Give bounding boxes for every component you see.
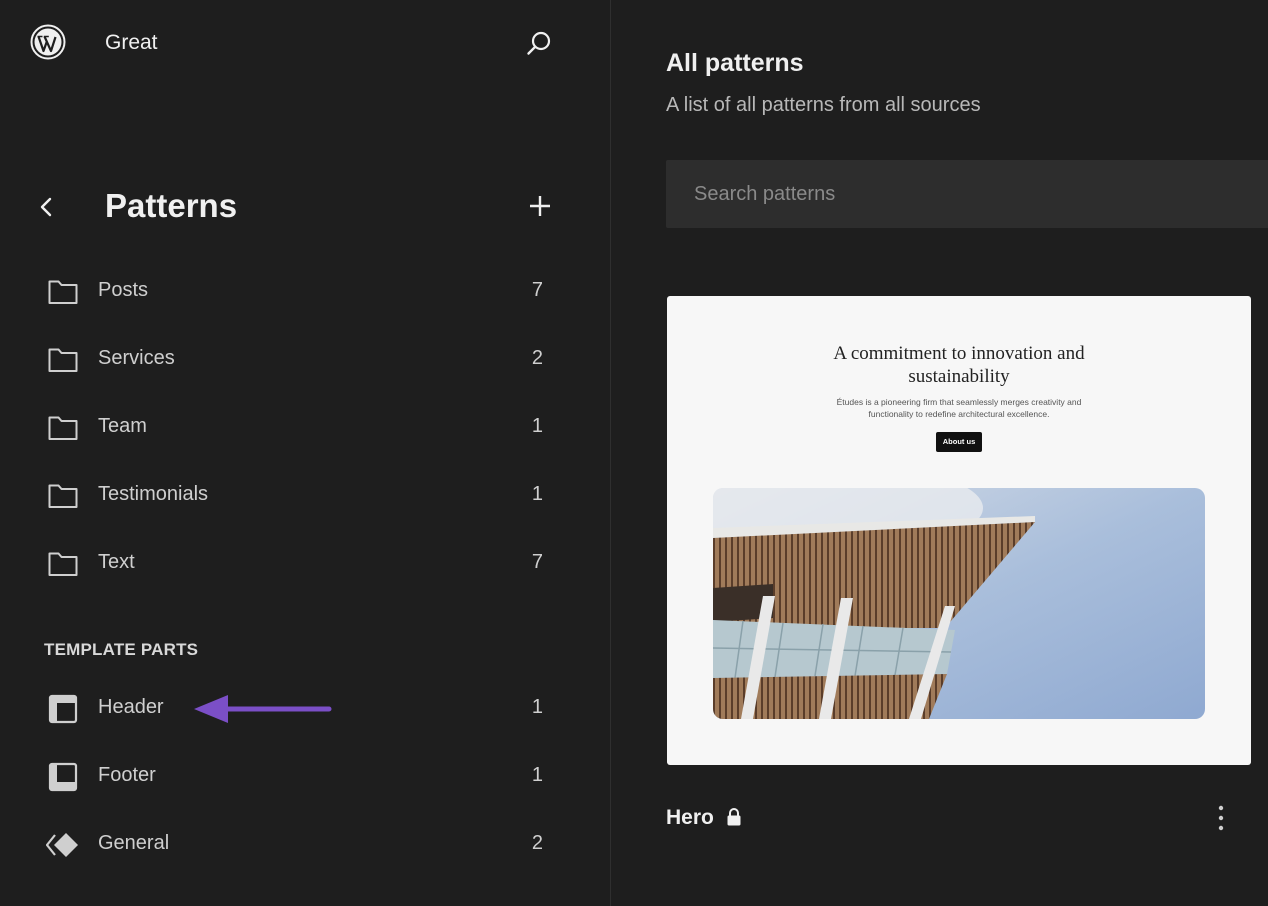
- sidebar: Great Patterns Posts 7 Services 2 Team 1…: [0, 0, 611, 906]
- wordpress-logo-icon[interactable]: [30, 24, 66, 60]
- folder-icon: [46, 345, 80, 375]
- sidebar-item-count: 7: [531, 551, 543, 573]
- sidebar-item-count: 1: [531, 483, 543, 505]
- more-vertical-icon: [1218, 805, 1224, 831]
- preview-text: Études is a pioneering firm that seamles…: [836, 397, 1082, 419]
- sidebar-item-services[interactable]: Services 2: [40, 333, 565, 387]
- sidebar-item-label: Posts: [98, 279, 149, 301]
- page-title: All patterns: [666, 49, 804, 77]
- sidebar-item-label: Text: [98, 551, 135, 573]
- sidebar-item-count: 7: [531, 279, 543, 301]
- sidebar-item-label: Services: [98, 347, 175, 369]
- preview-heading: A commitment to innovation and sustainab…: [833, 343, 1085, 387]
- sidebar-item-count: 2: [531, 832, 543, 854]
- search-icon[interactable]: [522, 27, 556, 61]
- sidebar-item-count: 1: [531, 696, 543, 718]
- chevron-left-icon: [40, 197, 52, 217]
- site-name[interactable]: Great: [105, 31, 158, 55]
- header-layout-icon: [46, 694, 80, 724]
- search-patterns-input[interactable]: [666, 160, 1268, 228]
- sidebar-item-general[interactable]: General 2: [40, 818, 565, 872]
- footer-layout-icon: [46, 762, 80, 792]
- sidebar-item-label: General: [98, 832, 170, 854]
- template-parts-heading: TEMPLATE PARTS: [44, 640, 199, 659]
- sidebar-item-label: Header: [98, 696, 164, 718]
- back-button[interactable]: [34, 192, 60, 222]
- sidebar-item-label: Footer: [98, 764, 156, 786]
- preview-button: About us: [936, 432, 982, 452]
- sidebar-item-team[interactable]: Team 1: [40, 401, 565, 455]
- main-content: All patterns A list of all patterns from…: [611, 0, 1268, 906]
- page-description: A list of all patterns from all sources: [666, 94, 981, 116]
- sidebar-item-count: 2: [531, 347, 543, 369]
- more-options-button[interactable]: [1209, 800, 1233, 836]
- sidebar-item-text[interactable]: Text 7: [40, 537, 565, 591]
- sidebar-item-label: Team: [98, 415, 147, 437]
- lock-icon: [726, 807, 742, 827]
- add-pattern-button[interactable]: [525, 191, 555, 221]
- pattern-title[interactable]: Hero: [666, 806, 714, 830]
- sidebar-item-posts[interactable]: Posts 7: [40, 265, 565, 319]
- symbol-icon: [45, 830, 80, 860]
- folder-icon: [46, 413, 80, 443]
- plus-icon: [530, 196, 550, 216]
- folder-icon: [46, 481, 80, 511]
- sidebar-item-count: 1: [531, 415, 543, 437]
- sidebar-item-label: Testimonials: [98, 483, 209, 505]
- pattern-card-preview[interactable]: A commitment to innovation and sustainab…: [667, 296, 1251, 765]
- sidebar-title: Patterns: [105, 187, 238, 224]
- folder-icon: [46, 277, 80, 307]
- folder-icon: [46, 549, 80, 579]
- sidebar-item-testimonials[interactable]: Testimonials 1: [40, 469, 565, 523]
- annotation-arrow-icon: [192, 693, 334, 725]
- preview-building-image: [713, 488, 1205, 719]
- sidebar-item-footer[interactable]: Footer 1: [40, 750, 565, 804]
- sidebar-item-count: 1: [531, 764, 543, 786]
